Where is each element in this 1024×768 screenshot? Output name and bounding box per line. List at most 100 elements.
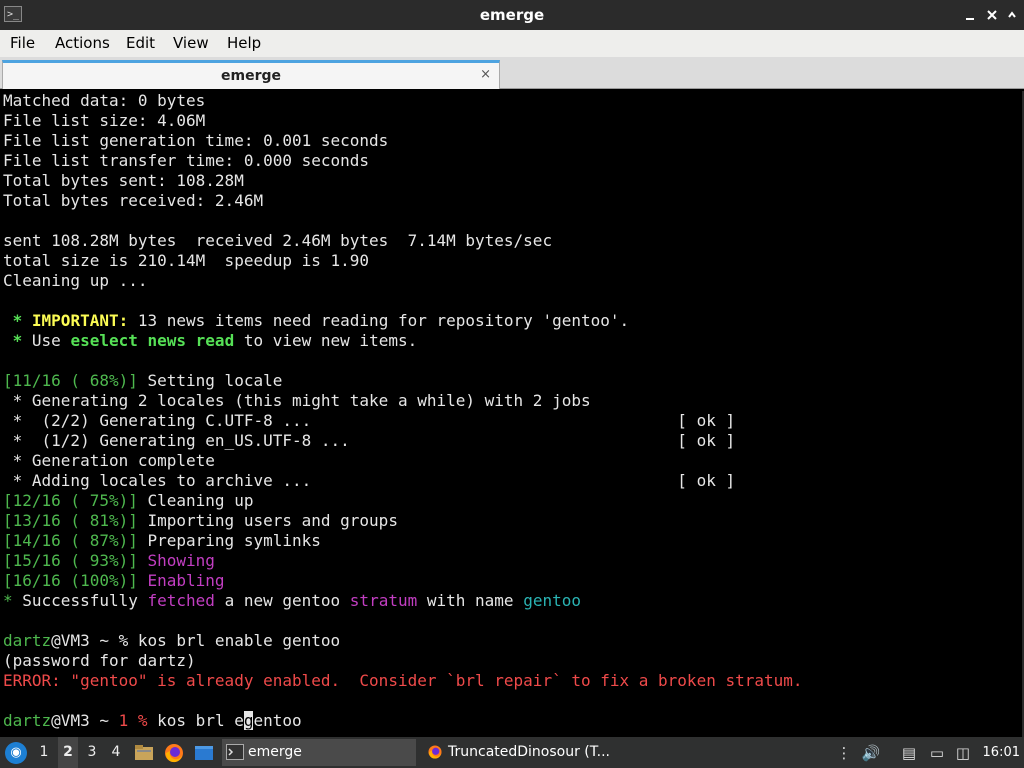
terminal-text: File list transfer time: 0.000 seconds: [3, 151, 370, 170]
firefox-icon[interactable]: [163, 742, 185, 764]
terminal-text: @VM3 ~ % kos brl enable gentoo: [51, 631, 341, 650]
terminal-text: 13 news items need reading for repositor…: [128, 311, 630, 330]
terminal-text: to view new items.: [234, 331, 418, 350]
terminal-text: Showing: [137, 551, 215, 570]
terminal-line: Total bytes sent: 108.28M: [3, 171, 244, 191]
window-titlebar[interactable]: >_ emerge: [0, 0, 1024, 30]
terminal-line: Total bytes received: 2.46M: [3, 191, 263, 211]
terminal-text: Setting locale: [137, 371, 283, 390]
terminal-text: *: [3, 331, 32, 350]
terminal-text: * Generating 2 locales (this might take …: [3, 391, 591, 410]
task-emerge[interactable]: emerge: [222, 739, 416, 766]
terminal-text: [11/16 ( 68%)]: [3, 371, 138, 390]
terminal-line: [15/16 ( 93%)] Showing: [3, 551, 215, 571]
terminal-icon: [226, 744, 244, 760]
terminal-line: Matched data: 0 bytes: [3, 91, 205, 111]
menu-file[interactable]: File: [10, 30, 35, 56]
terminal-text: *: [3, 311, 32, 330]
tab-bar: emerge ×: [0, 57, 1024, 89]
terminal-text: Cleaning up ...: [3, 271, 148, 290]
workspace-2[interactable]: 2: [58, 737, 78, 768]
maximize-icon: [1008, 11, 1016, 18]
terminal-text: @VM3 ~: [51, 711, 119, 730]
terminal-line: * Generation complete: [3, 451, 215, 471]
maximize-button[interactable]: [1004, 7, 1020, 23]
terminal-text: File list generation time: 0.001 seconds: [3, 131, 389, 150]
terminal-text: [16/16 (100%)]: [3, 571, 138, 590]
terminal-line: File list generation time: 0.001 seconds: [3, 131, 388, 151]
terminal-line: [16/16 (100%)] Enabling: [3, 571, 225, 591]
terminal-text: dartz: [3, 631, 52, 650]
firefox-icon: [428, 745, 442, 759]
terminal-line: [11/16 ( 68%)] Setting locale: [3, 371, 282, 391]
terminal-text: ERROR: "gentoo" is already enabled. Cons…: [3, 671, 803, 690]
tray-menu-icon[interactable]: ⋮: [834, 743, 854, 763]
close-button[interactable]: [984, 7, 1000, 23]
notification-icon[interactable]: ◫: [953, 743, 973, 763]
terminal-line: * Adding locales to archive ... [ ok ]: [3, 471, 735, 491]
menu-bar: File Actions Edit View Help: [0, 30, 1024, 57]
terminal-line: [12/16 ( 75%)] Cleaning up: [3, 491, 253, 511]
terminal-text: 1 %: [118, 711, 148, 730]
tab-label: emerge: [221, 68, 281, 84]
task-label: TruncatedDinosour (T...: [448, 744, 611, 760]
terminal-line: * (1/2) Generating en_US.UTF-8 ... [ ok …: [3, 431, 735, 451]
terminal-text: * Adding locales to archive ... [ ok ]: [3, 471, 736, 490]
terminal-text: (password for dartz): [3, 651, 196, 670]
terminal-text: * Generation complete: [3, 451, 215, 470]
terminal-text: kos brl e: [147, 711, 244, 730]
terminal-text: total size is 210.14M speedup is 1.90: [3, 251, 370, 270]
terminal-line: * Generating 2 locales (this might take …: [3, 391, 591, 411]
minimize-button[interactable]: [962, 7, 978, 23]
terminal-text: Enabling: [137, 571, 225, 590]
menu-view[interactable]: View: [173, 30, 209, 56]
menu-actions[interactable]: Actions: [55, 30, 110, 56]
terminal-text: * (1/2) Generating en_US.UTF-8 ... [ ok …: [3, 431, 736, 450]
terminal-text: * (2/2) Generating C.UTF-8 ... [ ok ]: [3, 411, 736, 430]
terminal-text: Preparing symlinks: [137, 531, 321, 550]
terminal-line: (password for dartz): [3, 651, 196, 671]
terminal-text: dartz: [3, 711, 52, 730]
terminal-text: with name: [417, 591, 524, 610]
menu-help[interactable]: Help: [227, 30, 261, 56]
workspace-3[interactable]: 3: [82, 737, 102, 768]
window-title: emerge: [479, 6, 545, 24]
terminal-text: Total bytes received: 2.46M: [3, 191, 264, 210]
terminal-text: Successfully: [12, 591, 148, 610]
minimize-icon: [966, 18, 974, 20]
terminal-text: entoo: [253, 711, 302, 730]
terminal-line: Cleaning up ...: [3, 271, 148, 291]
terminal-text: IMPORTANT:: [31, 311, 129, 330]
task-label: emerge: [248, 744, 302, 760]
terminal-text: [15/16 ( 93%)]: [3, 551, 138, 570]
terminal-output[interactable]: Matched data: 0 bytes File list size: 4.0…: [0, 91, 1022, 737]
tab-emerge[interactable]: emerge ×: [2, 60, 500, 89]
volume-icon[interactable]: 🔊: [861, 743, 881, 763]
terminal-line: * Use eselect news read to view new item…: [3, 331, 418, 351]
clipboard-icon[interactable]: ▤: [899, 743, 919, 763]
terminal-text: Use: [31, 331, 71, 350]
task-firefox[interactable]: TruncatedDinosour (T...: [422, 739, 618, 766]
terminal-line: [13/16 ( 81%)] Importing users and group…: [3, 511, 398, 531]
terminal-text: Matched data: 0 bytes: [3, 91, 206, 110]
terminal-line: ERROR: "gentoo" is already enabled. Cons…: [3, 671, 803, 691]
terminal-text: gentoo: [523, 591, 581, 610]
terminal-text: Total bytes sent: 108.28M: [3, 171, 244, 190]
terminal-text: [14/16 ( 87%)]: [3, 531, 138, 550]
terminal-text: Importing users and groups: [137, 511, 398, 530]
workspace-1[interactable]: 1: [34, 737, 54, 768]
terminal-line: * (2/2) Generating C.UTF-8 ... [ ok ]: [3, 411, 735, 431]
workspace-4[interactable]: 4: [106, 737, 126, 768]
terminal-line: dartz@VM3 ~ % kos brl enable gentoo: [3, 631, 340, 651]
window-icon[interactable]: [193, 742, 215, 764]
terminal-line: sent 108.28M bytes received 2.46M bytes …: [3, 231, 552, 251]
network-icon[interactable]: ▭: [927, 743, 947, 763]
app-menu-icon[interactable]: ◉: [5, 742, 27, 764]
terminal-text: a new gentoo: [214, 591, 350, 610]
menu-edit[interactable]: Edit: [126, 30, 155, 56]
terminal-line: * Successfully fetched a new gentoo stra…: [3, 591, 581, 611]
terminal-line: dartz@VM3 ~ 1 % kos brl egentoo: [3, 711, 302, 731]
terminal-text: sent 108.28M bytes received 2.46M bytes …: [3, 231, 553, 250]
tab-close-icon[interactable]: ×: [480, 63, 491, 87]
file-manager-icon[interactable]: [133, 742, 155, 764]
